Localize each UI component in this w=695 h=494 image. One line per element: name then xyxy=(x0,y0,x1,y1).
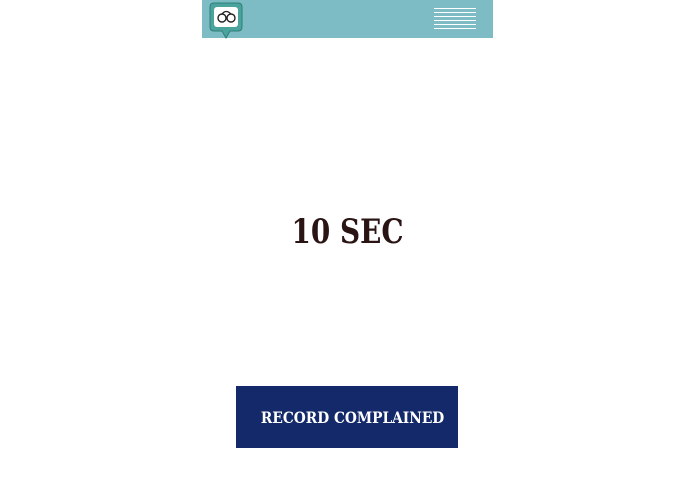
app-screen: 10 SEC RECORD COMPLAINED xyxy=(0,0,695,494)
top-header-bar xyxy=(202,0,493,40)
handcuffs-pin-icon[interactable] xyxy=(209,1,243,40)
record-complained-button[interactable]: RECORD COMPLAINED xyxy=(236,386,458,448)
countdown-timer: 10 SEC xyxy=(291,212,404,252)
hamburger-menu-icon[interactable] xyxy=(434,8,476,32)
record-button-label: RECORD COMPLAINED xyxy=(261,407,445,427)
